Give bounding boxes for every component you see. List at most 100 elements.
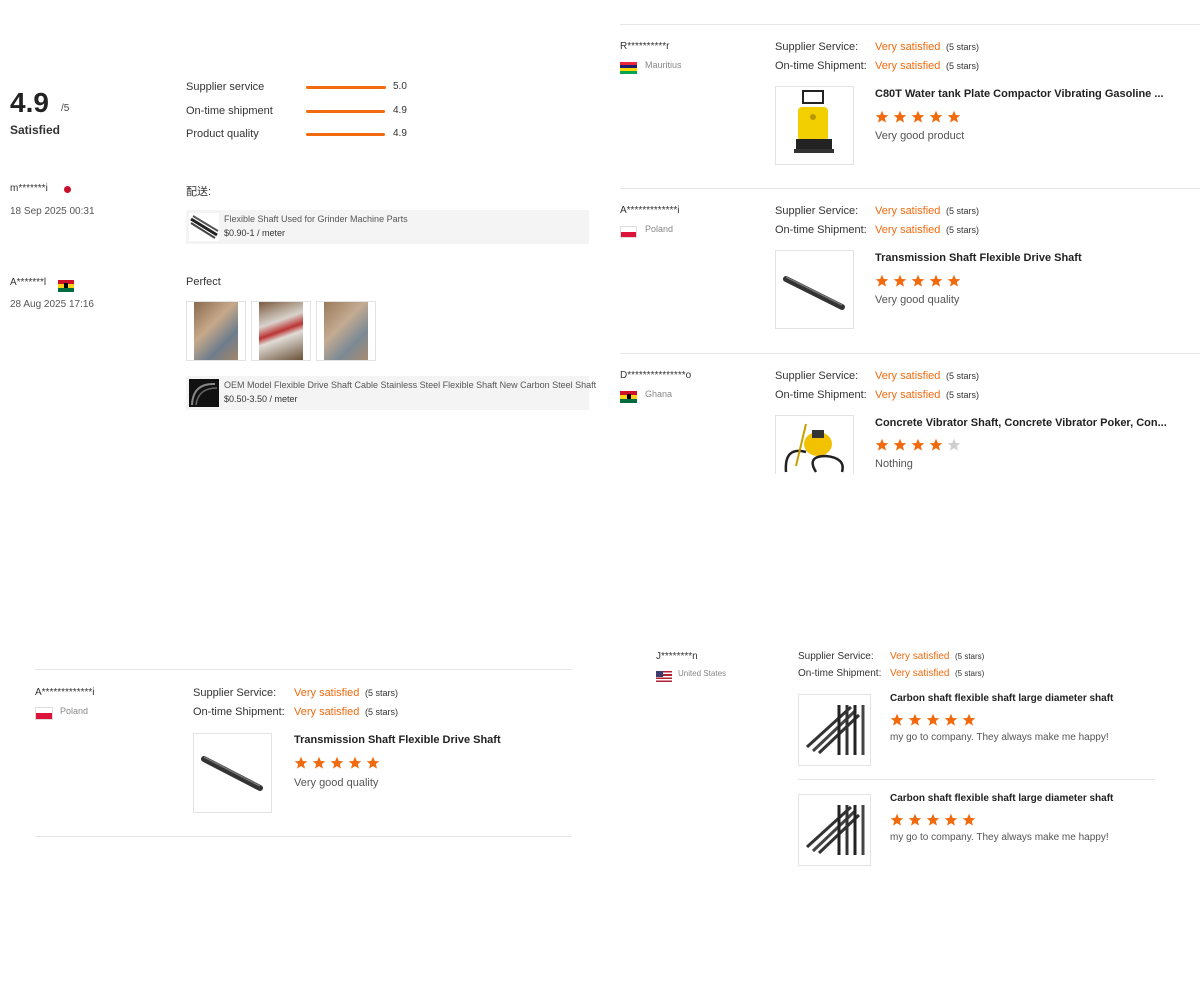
reviewer-name: A*******l (10, 277, 47, 288)
reviewer-name: D***************o (620, 370, 692, 381)
ontime-shipment-stars: (5 stars) (946, 61, 980, 71)
star-icon (312, 756, 326, 770)
product-title[interactable]: C80T Water tank Plate Compactor Vibratin… (875, 88, 1164, 100)
star-icon (929, 110, 943, 124)
product-title[interactable]: Transmission Shaft Flexible Drive Shaft (875, 252, 1082, 264)
product-thumbnail (189, 379, 219, 407)
supplier-service-label: Supplier Service: (775, 370, 859, 382)
rating-row-value: 4.9 (393, 105, 407, 116)
star-icon (947, 274, 961, 288)
product-thumbnail[interactable] (798, 794, 871, 866)
supplier-service-rating: Very satisfied (875, 205, 941, 217)
reviewer-name: J********n (656, 651, 698, 662)
reviewer-name: R**********r (620, 41, 670, 52)
product-title[interactable]: Transmission Shaft Flexible Drive Shaft (294, 734, 501, 746)
product-title[interactable]: OEM Model Flexible Drive Shaft Cable Sta… (224, 380, 596, 390)
plate-compactor-image (794, 90, 834, 153)
supplier-service-stars: (5 stars) (946, 206, 980, 216)
product-title[interactable]: Carbon shaft flexible shaft large diamet… (890, 793, 1113, 804)
review-text: Very good product (875, 130, 965, 142)
review-text: Very good quality (875, 294, 960, 306)
ontime-shipment-rating: Very satisfied (890, 668, 950, 679)
usa-flag-icon (656, 671, 672, 683)
reviewed-product: Carbon shaft flexible shaft large diamet… (798, 792, 1158, 867)
review-item: R**********r Mauritius Supplier Service:… (620, 38, 1200, 178)
review-photo[interactable] (316, 301, 376, 361)
review-text: my go to company. They always make me ha… (890, 832, 1109, 843)
review-comment: Perfect (186, 276, 221, 288)
review-photo[interactable] (251, 301, 311, 361)
product-link-card[interactable]: OEM Model Flexible Drive Shaft Cable Sta… (186, 376, 596, 410)
star-icon (926, 813, 940, 827)
product-price: $0.90-1 / meter (224, 228, 286, 238)
score-out-of: /5 (61, 103, 70, 114)
ghana-flag-icon (58, 279, 74, 292)
ontime-shipment-stars: (5 stars) (946, 225, 980, 235)
carbon-shaft-image (805, 805, 865, 855)
poland-flag-icon (35, 707, 53, 721)
supplier-service-stars: (5 stars) (946, 371, 980, 381)
product-thumbnail[interactable] (775, 86, 854, 165)
supplier-service-label: Supplier Service: (775, 205, 859, 217)
ontime-shipment-label: On-time Shipment: (798, 668, 882, 679)
review-text: Very good quality (294, 777, 379, 789)
supplier-service-stars: (5 stars) (946, 42, 980, 52)
star-icon (893, 438, 907, 452)
rating-row-value: 4.9 (393, 128, 407, 139)
reviewer-country: Poland (645, 224, 674, 234)
reviewer-name: A*************i (620, 205, 680, 216)
product-thumbnail[interactable] (798, 694, 871, 766)
flexible-shaft-image (190, 215, 219, 239)
reviewer-country: United States (678, 669, 727, 678)
star-icon (366, 756, 380, 770)
star-icon (947, 110, 961, 124)
star-icon (348, 756, 362, 770)
concrete-vibrator-image (784, 423, 844, 473)
star-icon (944, 813, 958, 827)
product-thumbnail (189, 213, 219, 241)
star-icon (893, 274, 907, 288)
ontime-shipment-label: On-time Shipment: (775, 224, 867, 236)
product-title[interactable]: Carbon shaft flexible shaft large diamet… (890, 693, 1113, 704)
supplier-service-rating: Very satisfied (875, 370, 941, 382)
poland-flag-icon (620, 225, 637, 238)
ghana-flag-icon (620, 390, 637, 403)
star-icon (294, 756, 308, 770)
rating-row-value: 5.0 (393, 81, 407, 92)
star-rating (890, 713, 980, 732)
divider (35, 669, 572, 670)
star-icon (926, 713, 940, 727)
product-title[interactable]: Concrete Vibrator Shaft, Concrete Vibrat… (875, 417, 1167, 429)
divider (798, 779, 1155, 780)
divider (620, 24, 1200, 25)
divider (35, 836, 572, 837)
star-icon (947, 438, 961, 452)
supplier-service-rating: Very satisfied (875, 41, 941, 53)
ontime-shipment-label: On-time Shipment: (193, 706, 285, 718)
review-photo[interactable] (186, 301, 246, 361)
ontime-shipment-rating: Very satisfied (875, 224, 941, 236)
star-icon (911, 438, 925, 452)
star-icon (911, 274, 925, 288)
product-link-card[interactable]: Flexible Shaft Used for Grinder Machine … (186, 210, 589, 244)
review-comment: 配送: (186, 186, 212, 198)
review-text: Nothing (875, 458, 913, 470)
supplier-service-label: Supplier Service: (193, 687, 277, 699)
reviewer-name: m*******i (10, 183, 48, 194)
product-thumbnail[interactable] (193, 733, 272, 813)
product-thumbnail[interactable] (775, 250, 854, 329)
ontime-shipment-rating: Very satisfied (294, 706, 360, 718)
product-title[interactable]: Flexible Shaft Used for Grinder Machine … (224, 214, 408, 224)
review-date: 28 Aug 2025 17:16 (10, 299, 94, 310)
star-icon (875, 110, 889, 124)
ontime-shipment-label: On-time Shipment: (775, 60, 867, 72)
drive-shaft-image (783, 276, 845, 310)
rating-bar (306, 110, 385, 113)
product-thumbnail[interactable] (775, 415, 854, 474)
drive-shaft-image (201, 756, 263, 791)
star-icon (875, 438, 889, 452)
review-item: D***************o Ghana Supplier Service… (620, 367, 1200, 477)
star-icon (911, 110, 925, 124)
reviewer-name: A*************i (35, 687, 95, 698)
rating-bar (306, 86, 386, 89)
